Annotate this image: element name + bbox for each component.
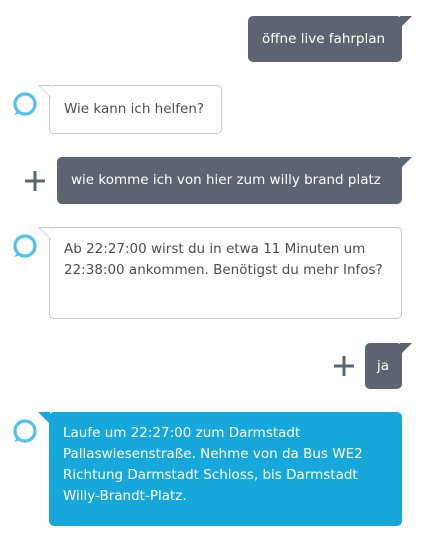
bubble-tail <box>40 228 51 239</box>
bubble-tail <box>40 86 51 97</box>
bubble-tail <box>400 157 412 169</box>
assistant-message-active: Laufe um 22:27:00 zum Darmstadt Pallaswi… <box>38 412 402 526</box>
assistant-message-text: Laufe um 22:27:00 zum Darmstadt Pallaswi… <box>63 425 363 504</box>
assistant-message: Ab 22:27:00 wirst du in etwa 11 Minuten … <box>38 227 402 319</box>
user-message-text: wie komme ich von hier zum willy brand p… <box>71 172 381 188</box>
user-message: öffne live fahrplan <box>248 16 412 62</box>
bubble-tail <box>400 16 412 28</box>
bubble-tail <box>38 412 50 424</box>
user-message: ja <box>365 343 412 389</box>
assistant-message-text: Wie kann ich helfen? <box>64 101 205 117</box>
bubble-tail <box>400 343 412 355</box>
user-message: wie komme ich von hier zum willy brand p… <box>57 157 412 204</box>
plus-icon[interactable] <box>333 355 355 377</box>
alexa-ring-icon <box>13 234 37 258</box>
user-message-text: ja <box>377 357 390 374</box>
assistant-message: Wie kann ich helfen? <box>38 85 222 134</box>
alexa-ring-icon <box>13 92 37 116</box>
plus-icon[interactable] <box>24 170 46 192</box>
alexa-ring-icon <box>13 419 37 443</box>
user-message-text: öffne live fahrplan <box>262 30 386 47</box>
assistant-message-text: Ab 22:27:00 wirst du in etwa 11 Minuten … <box>64 241 383 278</box>
